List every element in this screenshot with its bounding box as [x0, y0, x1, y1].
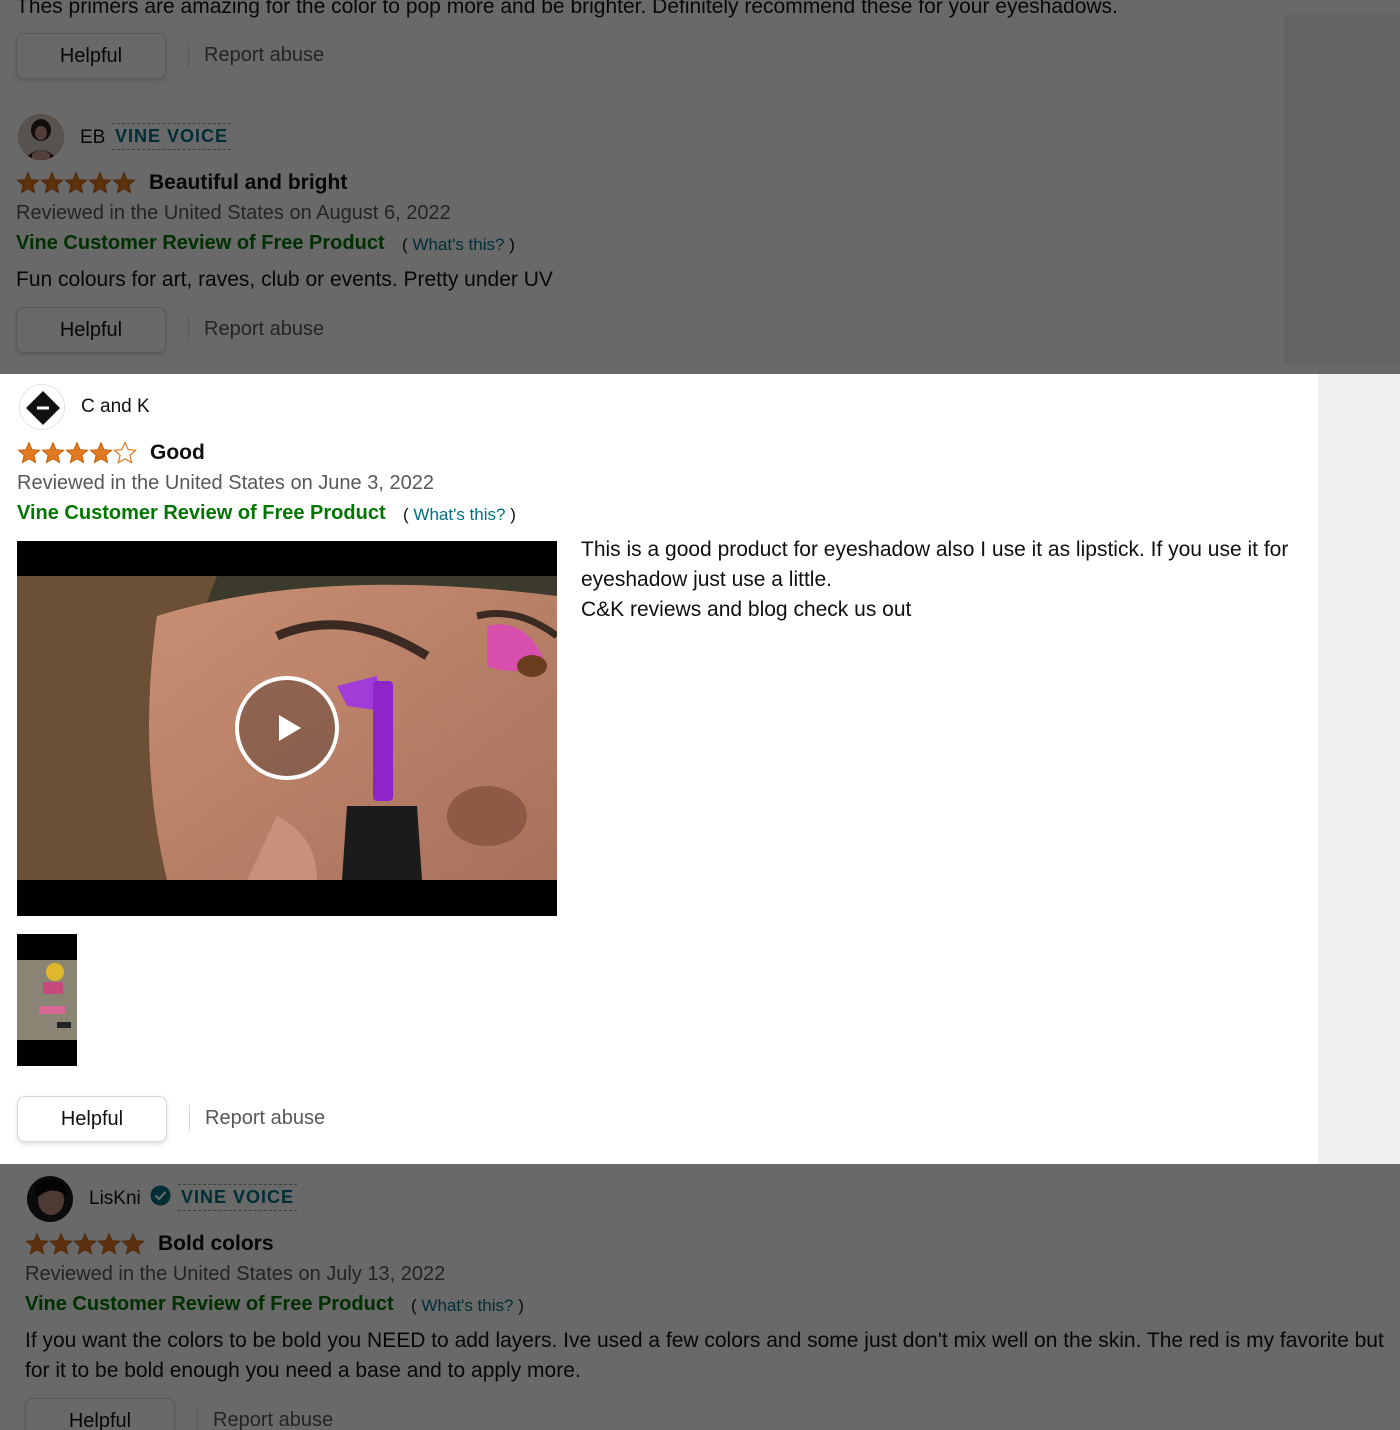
star-full-icon [88, 171, 112, 194]
side-panel [1318, 374, 1400, 1164]
avatar-image [18, 114, 64, 160]
vine-voice-badge: VINE VOICE [112, 123, 232, 150]
star-empty-icon [113, 441, 137, 464]
review-image-thumbnail[interactable] [17, 934, 77, 1066]
helpful-button[interactable]: Helpful [16, 33, 166, 79]
profile-name[interactable]: C and K [81, 396, 150, 418]
star-full-icon [89, 441, 113, 464]
whats-this: ( What's this? ) [403, 505, 516, 525]
paren-open: ( [402, 235, 408, 254]
avatar[interactable] [18, 114, 64, 160]
star-full-icon [49, 1232, 73, 1255]
paren-open: ( [403, 505, 409, 524]
star-full-icon [17, 441, 41, 464]
paren-close: ) [518, 1296, 524, 1315]
star-full-icon [97, 1232, 121, 1255]
profile-name[interactable]: EB [80, 127, 105, 149]
vine-voice-badge: VINE VOICE [178, 1184, 298, 1211]
review-list-top: Thes primers are amazing for the color t… [0, 0, 1400, 374]
star-full-icon [112, 171, 136, 194]
vine-review-label: Vine Customer Review of Free Product [16, 232, 385, 254]
vine-review-label: Vine Customer Review of Free Product [17, 502, 386, 524]
play-button[interactable] [235, 676, 339, 780]
whats-this-link[interactable]: What's this? [413, 505, 505, 524]
review-video[interactable] [17, 541, 557, 916]
play-icon [279, 715, 301, 741]
review-text: This is a good product for eyeshadow als… [581, 538, 1289, 591]
review-date: Reviewed in the United States on August … [16, 202, 451, 224]
paren-close: ) [510, 505, 516, 524]
review-text-line: C&K reviews and blog check us out [581, 598, 912, 621]
review-title[interactable]: Beautiful and bright [149, 171, 347, 195]
helpful-button[interactable]: Helpful [16, 307, 166, 353]
whats-this-link[interactable]: What's this? [421, 1296, 513, 1315]
star-rating[interactable] [16, 171, 136, 195]
review-title[interactable]: Bold colors [158, 1232, 274, 1256]
star-rating[interactable] [17, 441, 137, 465]
whats-this-link[interactable]: What's this? [412, 235, 504, 254]
star-full-icon [73, 1232, 97, 1255]
star-full-icon [25, 1232, 49, 1255]
report-abuse-link[interactable]: Report abuse [188, 316, 324, 342]
star-full-icon [40, 171, 64, 194]
report-abuse-link[interactable]: Report abuse [197, 1407, 333, 1430]
review-list-bottom: LisKni VINE VOICE Bold colors Reviewed i… [0, 1164, 1400, 1430]
review-date: Reviewed in the United States on July 13… [25, 1263, 446, 1285]
vine-review-label: Vine Customer Review of Free Product [25, 1293, 394, 1315]
avatar-image [27, 1176, 73, 1222]
report-abuse-link[interactable]: Report abuse [189, 1105, 325, 1131]
star-full-icon [41, 441, 65, 464]
paren-open: ( [411, 1296, 417, 1315]
report-abuse-link[interactable]: Report abuse [188, 42, 324, 68]
thumbnail-image [17, 934, 77, 1066]
star-full-icon [64, 171, 88, 194]
profile-name[interactable]: LisKni [89, 1188, 141, 1210]
whats-this: ( What's this? ) [411, 1296, 524, 1316]
star-full-icon [121, 1232, 145, 1255]
paren-close: ) [509, 235, 515, 254]
helpful-button[interactable]: Helpful [17, 1096, 167, 1142]
whats-this: ( What's this? ) [402, 235, 515, 255]
star-full-icon [16, 171, 40, 194]
review-card-highlighted: C and K Good Reviewed in the United Stat… [0, 374, 1318, 1164]
review-text: If you want the colors to be bold you NE… [25, 1329, 1384, 1382]
review-text: Fun colours for art, raves, club or even… [16, 268, 553, 291]
diamond-logo-icon [20, 385, 64, 429]
review-text: Thes primers are amazing for the color t… [16, 0, 1118, 18]
helpful-button[interactable]: Helpful [25, 1398, 175, 1430]
review-date: Reviewed in the United States on June 3,… [17, 472, 434, 494]
avatar[interactable] [19, 384, 65, 430]
star-full-icon [65, 441, 89, 464]
side-panel [1284, 15, 1400, 363]
review-title[interactable]: Good [150, 441, 205, 465]
avatar[interactable] [27, 1176, 73, 1222]
verified-check-icon [150, 1185, 171, 1206]
star-rating[interactable] [25, 1232, 145, 1256]
